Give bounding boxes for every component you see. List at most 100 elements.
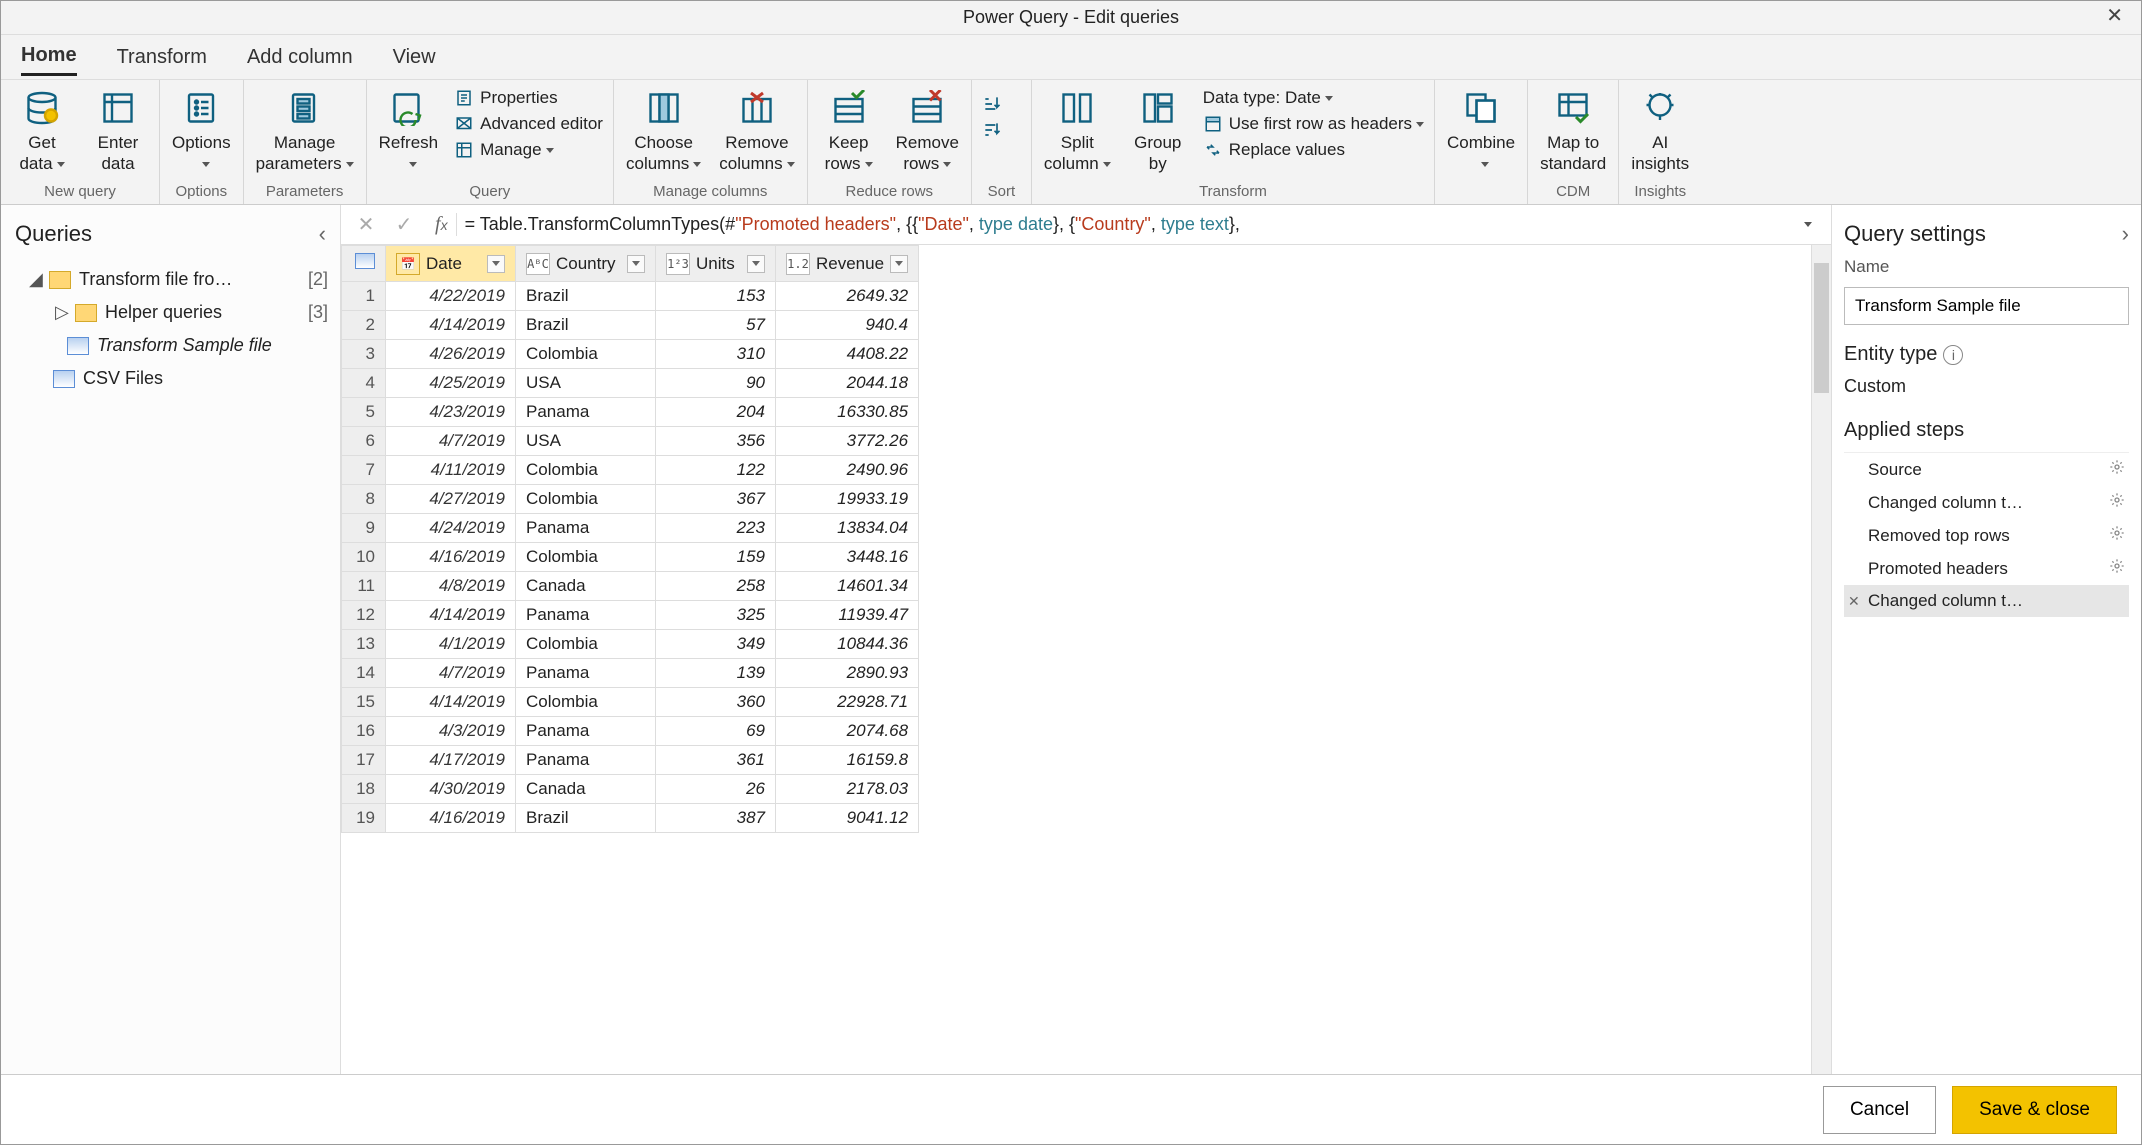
collapse-queries-button[interactable]: ‹ xyxy=(319,221,326,247)
cell-country[interactable]: Brazil xyxy=(516,311,656,340)
cell-country[interactable]: Colombia xyxy=(516,543,656,572)
cell-revenue[interactable]: 2178.03 xyxy=(776,775,919,804)
table-row[interactable]: 14/22/2019Brazil1532649.32 xyxy=(342,282,919,311)
cell-revenue[interactable]: 16330.85 xyxy=(776,398,919,427)
table-row[interactable]: 114/8/2019Canada25814601.34 xyxy=(342,572,919,601)
cell-units[interactable]: 258 xyxy=(656,572,776,601)
row-number[interactable]: 9 xyxy=(342,514,386,543)
decimal-type-icon[interactable]: 1.2 xyxy=(786,253,810,275)
queries-folder-helper[interactable]: ▷ Helper queries [3] xyxy=(9,296,332,329)
options-button[interactable]: Options xyxy=(166,86,237,177)
cell-units[interactable]: 325 xyxy=(656,601,776,630)
table-row[interactable]: 24/14/2019Brazil57940.4 xyxy=(342,311,919,340)
cell-revenue[interactable]: 16159.8 xyxy=(776,746,919,775)
query-name-input[interactable] xyxy=(1844,287,2129,325)
fx-icon[interactable]: fx xyxy=(427,213,457,236)
formula-expand-button[interactable] xyxy=(1791,213,1821,236)
row-number[interactable]: 7 xyxy=(342,456,386,485)
group-by-button[interactable]: Groupby xyxy=(1123,86,1193,177)
tab-add-column[interactable]: Add column xyxy=(247,40,353,75)
choose-columns-button[interactable]: Choosecolumns xyxy=(620,86,707,177)
cell-units[interactable]: 122 xyxy=(656,456,776,485)
cell-units[interactable]: 90 xyxy=(656,369,776,398)
tab-transform[interactable]: Transform xyxy=(117,40,207,75)
info-icon[interactable]: i xyxy=(1943,345,1963,365)
row-number[interactable]: 18 xyxy=(342,775,386,804)
step-changed-column-types-2[interactable]: Changed column t… xyxy=(1844,585,2129,617)
formula-cancel-button[interactable]: ✕ xyxy=(351,212,381,237)
table-row[interactable]: 154/14/2019Colombia36022928.71 xyxy=(342,688,919,717)
cell-date[interactable]: 4/14/2019 xyxy=(386,311,516,340)
cell-date[interactable]: 4/14/2019 xyxy=(386,601,516,630)
row-number[interactable]: 11 xyxy=(342,572,386,601)
cell-date[interactable]: 4/24/2019 xyxy=(386,514,516,543)
row-number[interactable]: 14 xyxy=(342,659,386,688)
column-header-country[interactable]: AᴮCCountry xyxy=(516,246,656,282)
table-row[interactable]: 94/24/2019Panama22313834.04 xyxy=(342,514,919,543)
table-row[interactable]: 164/3/2019Panama692074.68 xyxy=(342,717,919,746)
sort-asc-button[interactable] xyxy=(978,92,1006,116)
table-row[interactable]: 64/7/2019USA3563772.26 xyxy=(342,427,919,456)
cell-units[interactable]: 26 xyxy=(656,775,776,804)
cell-revenue[interactable]: 3448.16 xyxy=(776,543,919,572)
gear-icon[interactable] xyxy=(2109,492,2125,513)
cell-units[interactable]: 223 xyxy=(656,514,776,543)
cell-units[interactable]: 153 xyxy=(656,282,776,311)
row-number[interactable]: 10 xyxy=(342,543,386,572)
cell-units[interactable]: 387 xyxy=(656,804,776,833)
close-button[interactable]: ✕ xyxy=(2096,3,2133,28)
tab-view[interactable]: View xyxy=(393,40,436,75)
cancel-button[interactable]: Cancel xyxy=(1823,1086,1936,1134)
cell-revenue[interactable]: 22928.71 xyxy=(776,688,919,717)
cell-revenue[interactable]: 11939.47 xyxy=(776,601,919,630)
cell-date[interactable]: 4/11/2019 xyxy=(386,456,516,485)
remove-rows-button[interactable]: Removerows xyxy=(890,86,965,177)
row-number[interactable]: 15 xyxy=(342,688,386,717)
cell-date[interactable]: 4/27/2019 xyxy=(386,485,516,514)
row-number[interactable]: 6 xyxy=(342,427,386,456)
gear-icon[interactable] xyxy=(2109,459,2125,480)
expand-arrow-icon[interactable]: ▷ xyxy=(55,302,67,323)
cell-revenue[interactable]: 2490.96 xyxy=(776,456,919,485)
cell-date[interactable]: 4/16/2019 xyxy=(386,543,516,572)
cell-date[interactable]: 4/7/2019 xyxy=(386,427,516,456)
cell-units[interactable]: 349 xyxy=(656,630,776,659)
cell-revenue[interactable]: 14601.34 xyxy=(776,572,919,601)
refresh-button[interactable]: Refresh xyxy=(373,86,445,177)
manage-query-button[interactable]: Manage xyxy=(450,138,607,162)
row-number[interactable]: 1 xyxy=(342,282,386,311)
cell-country[interactable]: Panama xyxy=(516,398,656,427)
cell-units[interactable]: 159 xyxy=(656,543,776,572)
cell-revenue[interactable]: 9041.12 xyxy=(776,804,919,833)
formula-text[interactable]: = Table.TransformColumnTypes(#"Promoted … xyxy=(465,214,1783,235)
table-row[interactable]: 54/23/2019Panama20416330.85 xyxy=(342,398,919,427)
cell-revenue[interactable]: 13834.04 xyxy=(776,514,919,543)
get-data-button[interactable]: Getdata xyxy=(7,86,77,177)
step-promoted-headers[interactable]: Promoted headers xyxy=(1844,552,2129,585)
table-row[interactable]: 184/30/2019Canada262178.03 xyxy=(342,775,919,804)
row-number[interactable]: 5 xyxy=(342,398,386,427)
cell-country[interactable]: Colombia xyxy=(516,456,656,485)
enter-data-button[interactable]: Enterdata xyxy=(83,86,153,177)
collapse-arrow-icon[interactable]: ◢ xyxy=(29,269,41,290)
cell-revenue[interactable]: 2649.32 xyxy=(776,282,919,311)
cell-date[interactable]: 4/23/2019 xyxy=(386,398,516,427)
filter-button[interactable] xyxy=(890,255,908,273)
cell-country[interactable]: Panama xyxy=(516,601,656,630)
cell-date[interactable]: 4/3/2019 xyxy=(386,717,516,746)
cell-units[interactable]: 367 xyxy=(656,485,776,514)
row-number[interactable]: 16 xyxy=(342,717,386,746)
cell-units[interactable]: 139 xyxy=(656,659,776,688)
queries-item-csv-files[interactable]: CSV Files xyxy=(9,362,332,395)
row-number[interactable]: 2 xyxy=(342,311,386,340)
whole-number-type-icon[interactable]: 1²3 xyxy=(666,253,690,275)
cell-date[interactable]: 4/8/2019 xyxy=(386,572,516,601)
table-row[interactable]: 194/16/2019Brazil3879041.12 xyxy=(342,804,919,833)
row-number[interactable]: 13 xyxy=(342,630,386,659)
filter-button[interactable] xyxy=(747,255,765,273)
filter-button[interactable] xyxy=(627,255,645,273)
cell-units[interactable]: 204 xyxy=(656,398,776,427)
cell-revenue[interactable]: 19933.19 xyxy=(776,485,919,514)
cell-country[interactable]: Colombia xyxy=(516,340,656,369)
table-row[interactable]: 74/11/2019Colombia1222490.96 xyxy=(342,456,919,485)
